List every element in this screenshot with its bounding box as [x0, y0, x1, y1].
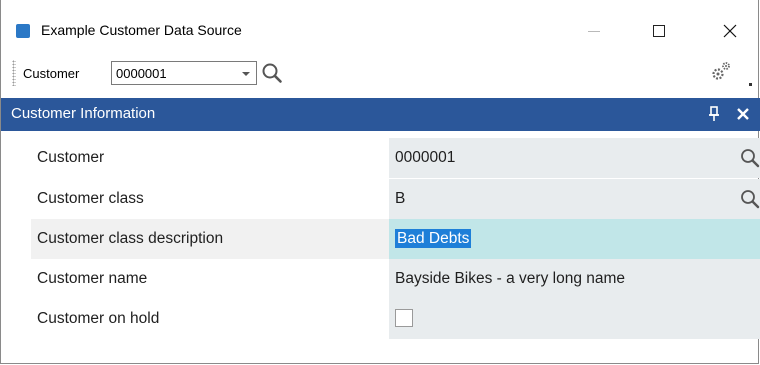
app-icon — [16, 24, 30, 38]
window: Example Customer Data Source Customer 00… — [0, 0, 760, 364]
property-label: Customer class description — [31, 219, 389, 259]
customer-combobox-value: 0000001 — [116, 66, 167, 81]
close-icon — [723, 24, 737, 38]
panel-header: Customer Information — [1, 98, 760, 131]
search-icon[interactable] — [740, 189, 760, 209]
settings-button[interactable] — [710, 60, 732, 82]
toolbar-grip[interactable] — [12, 60, 16, 86]
property-row-customer-on-hold: Customer on hold — [31, 299, 760, 339]
customer-on-hold-field[interactable] — [389, 299, 760, 339]
search-button[interactable] — [261, 62, 283, 84]
property-value: B — [395, 190, 406, 207]
property-row-customer-class-description: Customer class description Bad Debts — [31, 219, 760, 259]
property-label: Customer name — [37, 270, 148, 287]
customer-class-description-field[interactable]: Bad Debts — [389, 219, 760, 259]
property-label: Customer — [37, 149, 105, 166]
search-icon[interactable] — [740, 148, 760, 168]
property-row-customer: Customer 0000001 — [31, 138, 760, 178]
minimize-icon — [588, 30, 600, 32]
window-title: Example Customer Data Source — [41, 22, 242, 38]
maximize-button[interactable] — [636, 14, 682, 48]
property-row-customer-class: Customer class B — [31, 179, 760, 219]
close-button[interactable] — [707, 14, 753, 48]
customer-combobox[interactable]: 0000001 — [111, 61, 257, 85]
on-hold-checkbox[interactable] — [395, 309, 413, 327]
property-label: Customer class — [37, 190, 144, 207]
property-row-customer-name: Customer name Bayside Bikes - a very lon… — [31, 259, 760, 299]
title-bar[interactable]: Example Customer Data Source — [1, 0, 758, 48]
minimize-button[interactable] — [571, 14, 617, 48]
pin-icon[interactable] — [707, 106, 721, 122]
close-icon[interactable] — [735, 106, 751, 122]
property-value: 0000001 — [395, 149, 456, 166]
customer-class-value-field[interactable]: B — [389, 179, 760, 219]
chevron-down-icon[interactable] — [242, 72, 250, 76]
customer-value-field[interactable]: 0000001 — [389, 138, 760, 178]
property-label: Customer on hold — [37, 310, 160, 327]
customer-label: Customer — [23, 66, 80, 81]
property-value: Bayside Bikes - a very long name — [395, 270, 626, 287]
gear-icon — [712, 62, 730, 80]
maximize-icon — [653, 25, 665, 37]
selected-text: Bad Debts — [395, 229, 472, 248]
search-icon — [262, 63, 282, 83]
panel-title: Customer Information — [11, 105, 156, 122]
settings-dropdown-icon[interactable] — [749, 83, 752, 86]
customer-name-field[interactable]: Bayside Bikes - a very long name — [389, 259, 760, 299]
